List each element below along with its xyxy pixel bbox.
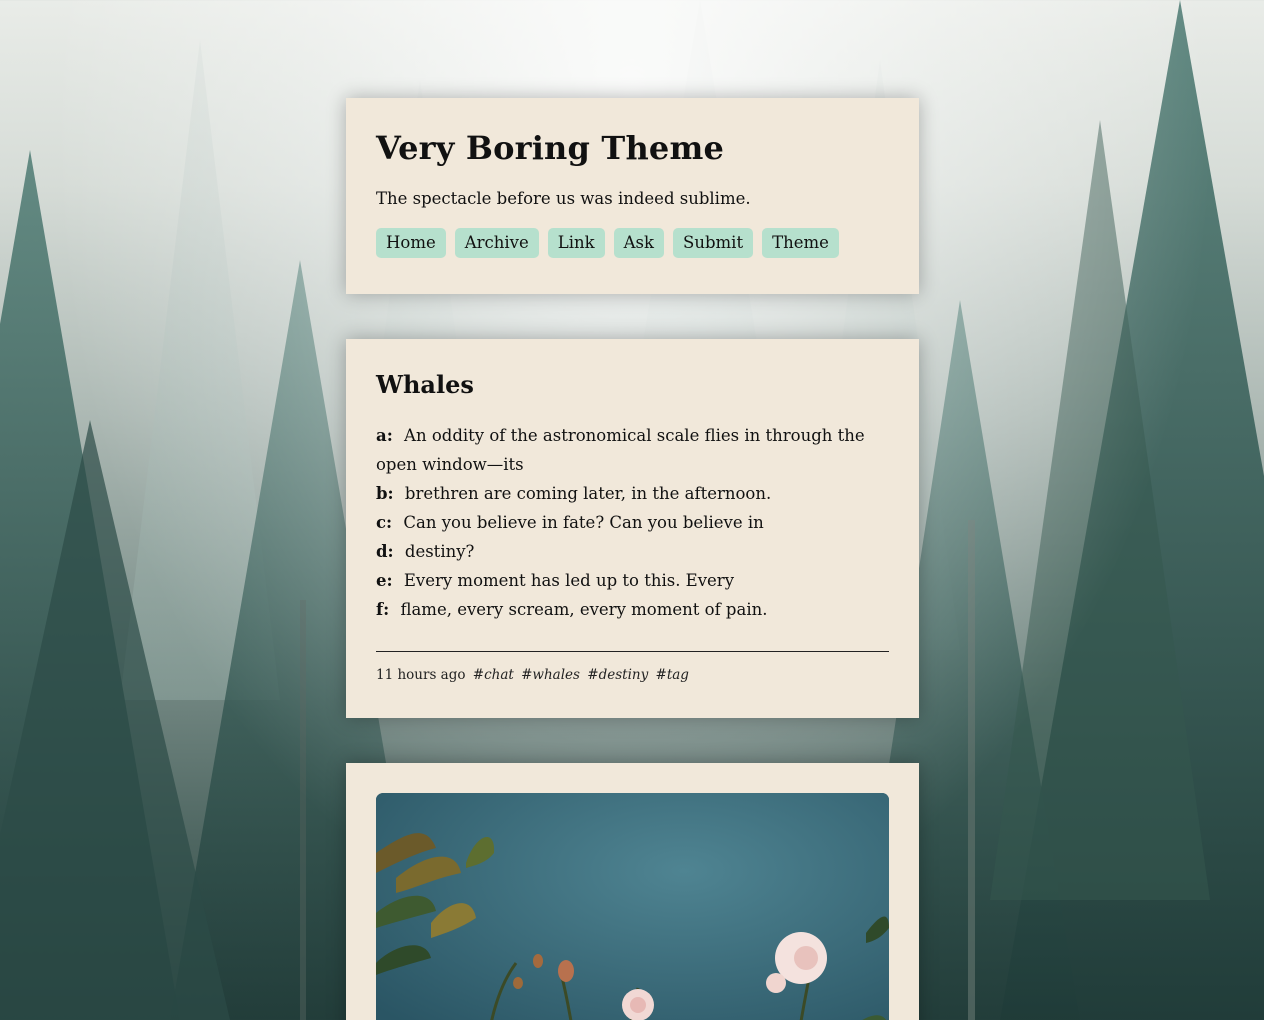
chat-line: f: flame, every scream, every moment of … bbox=[376, 595, 889, 624]
chat-text: An oddity of the astronomical scale flie… bbox=[376, 426, 865, 474]
photo-flowers-image bbox=[376, 793, 889, 1020]
chat-text: Can you believe in fate? Can you believe… bbox=[403, 513, 764, 532]
chat-line: d: destiny? bbox=[376, 537, 889, 566]
nav-home[interactable]: Home bbox=[376, 228, 446, 258]
chat-text: flame, every scream, every moment of pai… bbox=[400, 600, 768, 619]
post-timestamp[interactable]: 11 hours ago bbox=[376, 667, 465, 683]
post-divider bbox=[376, 651, 889, 652]
nav-link[interactable]: Link bbox=[547, 228, 605, 258]
post-meta: 11 hours ago #chat #whales #destiny #tag bbox=[376, 665, 889, 685]
blog-description: The spectacle before us was indeed subli… bbox=[376, 189, 751, 208]
chat-line: c: Can you believe in fate? Can you beli… bbox=[376, 508, 889, 537]
chat-label: d: bbox=[376, 542, 394, 561]
chat-text: Every moment has led up to this. Every bbox=[403, 571, 735, 590]
tag-link[interactable]: #whales bbox=[521, 667, 580, 683]
chat-label: b: bbox=[376, 484, 394, 503]
chat-line: a: An oddity of the astronomical scale f… bbox=[376, 421, 889, 479]
chat-text: destiny? bbox=[404, 542, 475, 561]
chat-label: f: bbox=[376, 600, 390, 619]
chat-text: brethren are coming later, in the aftern… bbox=[404, 484, 772, 503]
tag-link[interactable]: #tag bbox=[656, 667, 689, 683]
post-photo[interactable] bbox=[376, 793, 889, 1020]
chat-label: e: bbox=[376, 571, 393, 590]
nav-ask[interactable]: Ask bbox=[613, 228, 665, 258]
chat-post: Whales a: An oddity of the astronomical … bbox=[346, 339, 919, 718]
blog-title[interactable]: Very Boring Theme bbox=[376, 128, 889, 168]
nav-theme[interactable]: Theme bbox=[762, 228, 839, 258]
tag-link[interactable]: #chat bbox=[473, 667, 514, 683]
chat-label: c: bbox=[376, 513, 393, 532]
post-title: Whales bbox=[376, 370, 474, 399]
nav-archive[interactable]: Archive bbox=[454, 228, 539, 258]
tag-link[interactable]: #destiny bbox=[587, 667, 648, 683]
photo-post bbox=[346, 763, 919, 1020]
nav-submit[interactable]: Submit bbox=[673, 228, 754, 258]
chat-line: e: Every moment has led up to this. Ever… bbox=[376, 566, 889, 595]
chat-label: a: bbox=[376, 426, 393, 445]
blog-header: Very Boring Theme The spectacle before u… bbox=[346, 98, 919, 294]
chat-lines: a: An oddity of the astronomical scale f… bbox=[376, 421, 889, 624]
blog-nav: Home Archive Link Ask Submit Theme bbox=[376, 228, 889, 258]
chat-line: b: brethren are coming later, in the aft… bbox=[376, 479, 889, 508]
